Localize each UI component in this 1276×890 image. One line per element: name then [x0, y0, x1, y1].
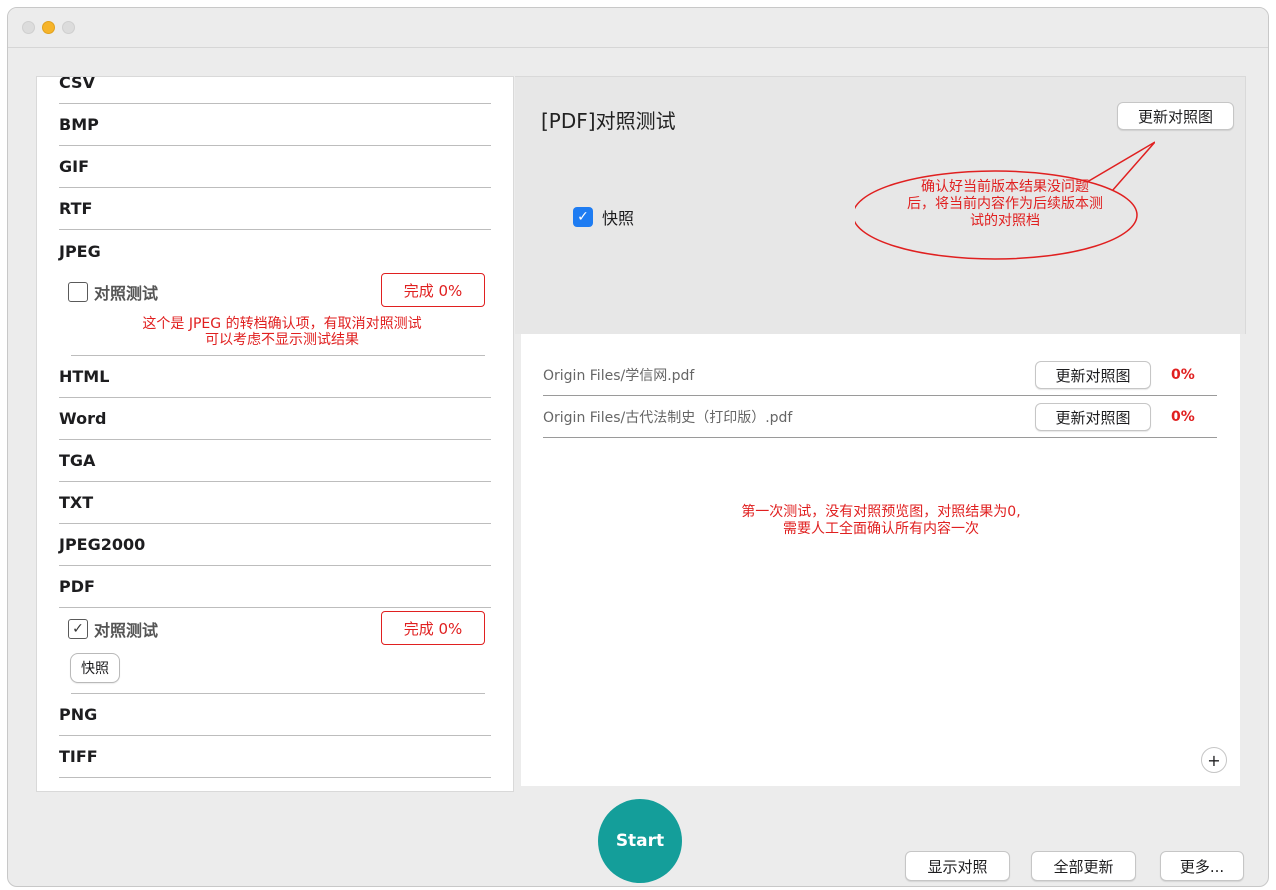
app-window: CSV BMP GIF RTF JPEG 对照测试 完成 0% 这个是 JPEG…: [7, 7, 1269, 887]
format-label: BMP: [59, 115, 99, 134]
format-item-html[interactable]: HTML: [59, 356, 491, 398]
format-label: CSV: [59, 76, 95, 92]
file-percent: 0%: [1171, 367, 1195, 383]
callout-line: 试的对照档: [970, 213, 1040, 229]
progress-text: 完成 0%: [403, 619, 463, 638]
format-label: TXT: [59, 493, 94, 512]
format-item-jpeg2000[interactable]: JPEG2000: [59, 524, 491, 566]
format-label: RTF: [59, 199, 93, 218]
jpeg-annotation-note: 这个是 JPEG 的转档确认项，有取消对照测试 可以考虑不显示测试结果: [77, 316, 487, 348]
format-label: TGA: [59, 451, 96, 470]
maximize-window-button[interactable]: [62, 21, 75, 34]
checkbox-label: 快照: [602, 209, 635, 228]
format-item-jpeg[interactable]: JPEG: [59, 230, 491, 272]
format-label: JPEG2000: [59, 535, 146, 554]
button-label: 全部更新: [1053, 857, 1114, 876]
file-row[interactable]: Origin Files/古代法制史（打印版）.pdf 更新对照图 0%: [543, 396, 1217, 438]
pdf-snapshot-button[interactable]: 快照: [70, 653, 120, 683]
button-label: 显示对照: [927, 857, 988, 876]
progress-text: 完成 0%: [403, 281, 463, 300]
file-row[interactable]: Origin Files/学信网.pdf 更新对照图 0%: [543, 354, 1217, 396]
format-label: JPEG: [59, 241, 101, 261]
detail-header-panel: [PDF]对照测试 更新对照图 确认好当前版本结果没问题 后，将当前内容作为后续…: [515, 76, 1246, 334]
close-window-button[interactable]: [22, 21, 35, 34]
format-label: Word: [59, 409, 107, 428]
add-file-button[interactable]: +: [1201, 747, 1227, 773]
file-name: Origin Files/古代法制史（打印版）.pdf: [543, 410, 793, 426]
format-label: TIFF: [59, 747, 98, 766]
pdf-progress-badge: 完成 0%: [381, 611, 485, 645]
update-file-reference-button[interactable]: 更新对照图: [1035, 403, 1151, 431]
format-label: PDF: [59, 577, 95, 596]
more-button[interactable]: 更多...: [1160, 851, 1244, 881]
update-reference-button[interactable]: 更新对照图: [1117, 102, 1234, 130]
detail-title: [PDF]对照测试: [541, 109, 676, 133]
format-item-tga[interactable]: TGA: [59, 440, 491, 482]
show-compare-button[interactable]: 显示对照: [905, 851, 1010, 881]
checkbox-label: 对照测试: [94, 284, 159, 303]
button-label: 更多...: [1179, 857, 1225, 876]
checkbox-label: 对照测试: [94, 621, 159, 640]
format-item-tiff[interactable]: TIFF: [59, 736, 491, 778]
callout-line: 确认好当前版本结果没问题: [921, 179, 1089, 195]
format-item-word[interactable]: Word: [59, 398, 491, 440]
checkbox-unchecked-icon: [68, 282, 88, 302]
file-percent: 0%: [1171, 409, 1195, 425]
title-bar: [8, 8, 1268, 48]
format-label: HTML: [59, 367, 110, 386]
plus-icon: +: [1207, 750, 1221, 770]
format-item-png[interactable]: PNG: [59, 694, 491, 736]
format-label: PNG: [59, 705, 98, 724]
format-item-txt[interactable]: TXT: [59, 482, 491, 524]
first-test-annotation: 第一次测试，没有对照预览图，对照结果为0, 需要人工全面确认所有内容一次: [581, 504, 1181, 538]
note-line: 第一次测试，没有对照预览图，对照结果为0,: [741, 504, 1021, 520]
button-label: 快照: [81, 661, 109, 677]
format-item-rtf[interactable]: RTF: [59, 188, 491, 230]
button-label: 更新对照图: [1055, 366, 1131, 385]
update-all-button[interactable]: 全部更新: [1031, 851, 1136, 881]
callout-text: 确认好当前版本结果没问题 后，将当前内容作为后续版本测 试的对照档: [863, 179, 1147, 230]
button-label: 更新对照图: [1055, 408, 1131, 427]
button-label: 更新对照图: [1137, 107, 1213, 126]
update-file-reference-button[interactable]: 更新对照图: [1035, 361, 1151, 389]
format-label: GIF: [59, 157, 90, 176]
checkbox-checked-icon: ✓: [573, 207, 593, 227]
format-item-bmp[interactable]: BMP: [59, 104, 491, 146]
format-list[interactable]: CSV BMP GIF RTF JPEG 对照测试 完成 0% 这个是 JPEG…: [36, 76, 514, 792]
file-list[interactable]: Origin Files/学信网.pdf 更新对照图 0% Origin Fil…: [521, 334, 1240, 786]
jpeg-progress-badge: 完成 0%: [381, 273, 485, 307]
note-line: 可以考虑不显示测试结果: [205, 332, 359, 348]
button-label: Start: [615, 831, 665, 851]
jpeg-compare-test-checkbox[interactable]: 对照测试: [68, 280, 158, 304]
pdf-compare-test-checkbox[interactable]: ✓ 对照测试: [68, 617, 158, 641]
format-item-gif[interactable]: GIF: [59, 146, 491, 188]
callout-line: 后，将当前内容作为后续版本测: [907, 196, 1103, 212]
format-item-pdf[interactable]: PDF: [59, 566, 491, 608]
start-button[interactable]: Start: [598, 799, 682, 883]
format-item-csv[interactable]: CSV: [59, 76, 491, 104]
file-name: Origin Files/学信网.pdf: [543, 368, 695, 384]
note-line: 这个是 JPEG 的转档确认项，有取消对照测试: [142, 316, 422, 332]
note-line: 需要人工全面确认所有内容一次: [783, 521, 979, 537]
checkbox-checked-icon: ✓: [68, 619, 88, 639]
snapshot-checkbox[interactable]: ✓ 快照: [573, 205, 634, 229]
minimize-window-button[interactable]: [42, 21, 55, 34]
